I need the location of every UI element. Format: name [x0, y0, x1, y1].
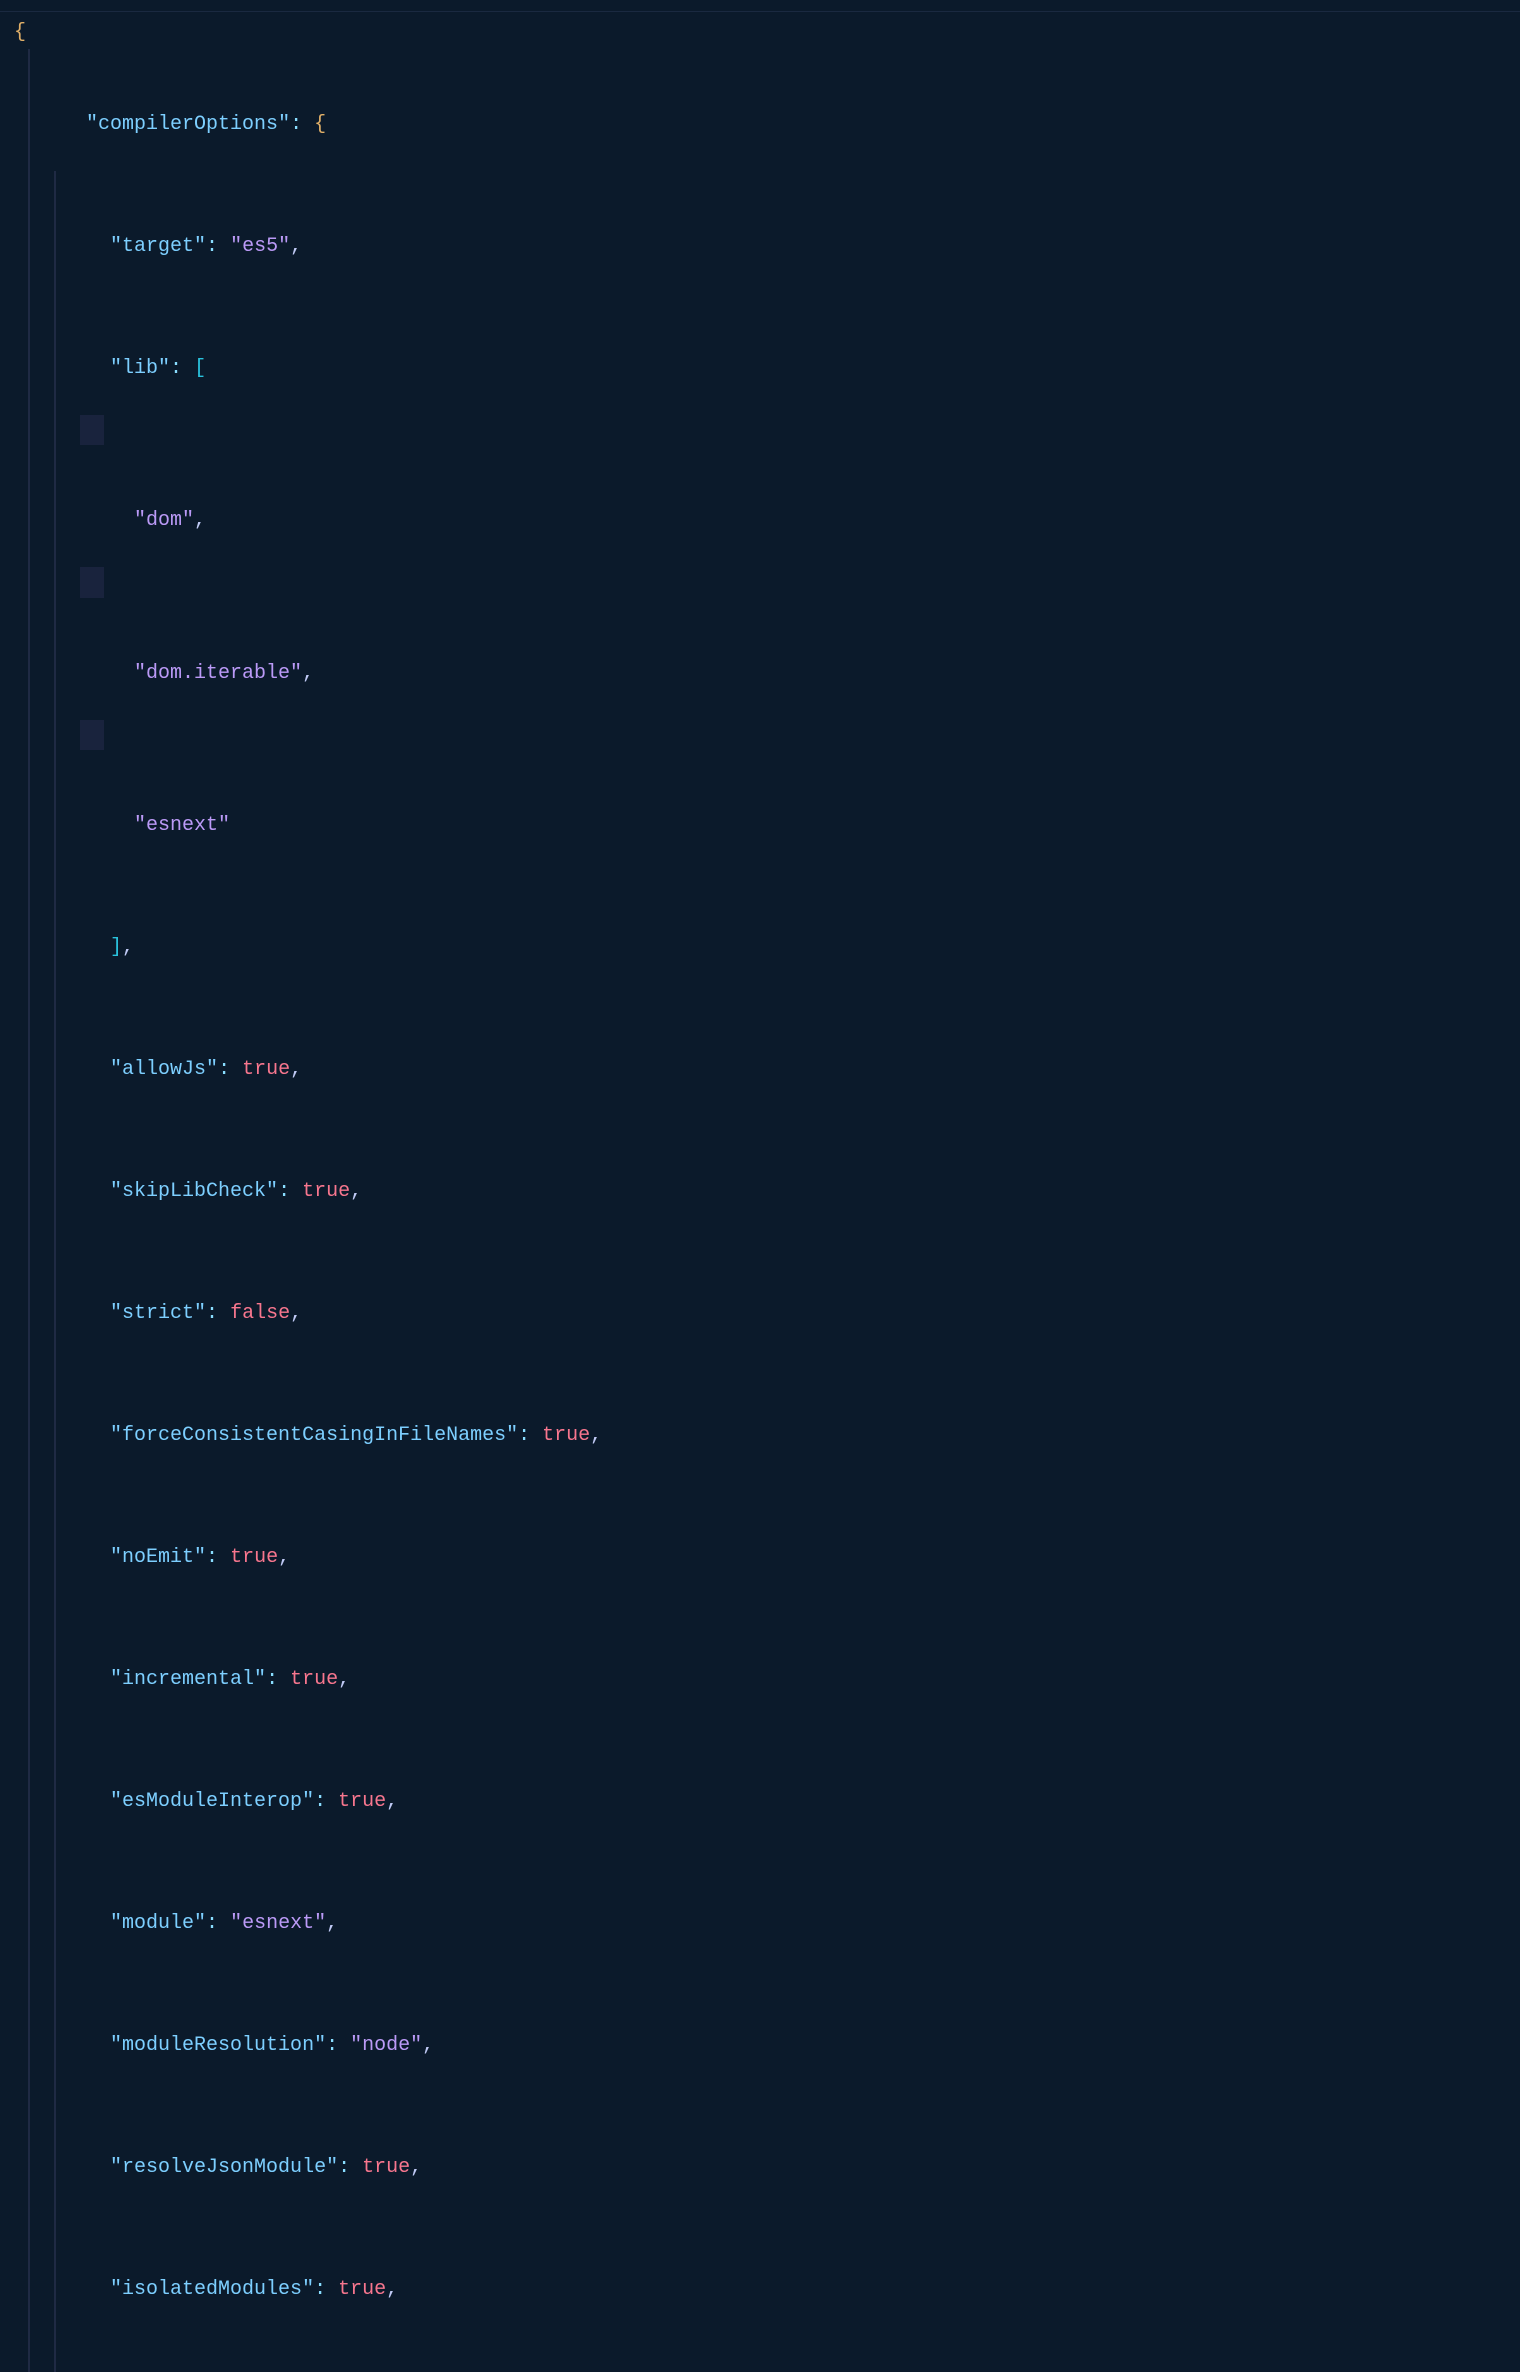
code-editor[interactable]: { "compilerOptions": { "target": "es5", …	[0, 12, 1520, 2372]
code-line: "compilerOptions": {	[14, 49, 1520, 171]
code-line: "lib": [	[14, 293, 1520, 415]
code-line: "incremental": true,	[14, 1604, 1520, 1726]
code-line: "moduleResolution": "node",	[14, 1970, 1520, 2092]
code-line: "forceConsistentCasingInFileNames": true…	[14, 1360, 1520, 1482]
code-line: "allowJs": true,	[14, 994, 1520, 1116]
code-line: "isolatedModules": true,	[14, 2214, 1520, 2336]
code-line: "dom.iterable",	[14, 567, 1520, 720]
code-line: "esModuleInterop": true,	[14, 1726, 1520, 1848]
code-line: "noEmit": true,	[14, 1482, 1520, 1604]
code-line: "dom",	[14, 415, 1520, 568]
code-line: {	[14, 18, 1520, 49]
code-line: "esnext"	[14, 720, 1520, 873]
code-line: "module": "esnext",	[14, 1848, 1520, 1970]
code-line: "resolveJsonModule": true,	[14, 2092, 1520, 2214]
editor-tab-bar	[0, 0, 1520, 12]
code-line: "strict": false,	[14, 1238, 1520, 1360]
code-line: "target": "es5",	[14, 171, 1520, 293]
code-line: ],	[14, 872, 1520, 994]
code-line: "jsx": "preserve"	[14, 2336, 1520, 2372]
code-line: "skipLibCheck": true,	[14, 1116, 1520, 1238]
